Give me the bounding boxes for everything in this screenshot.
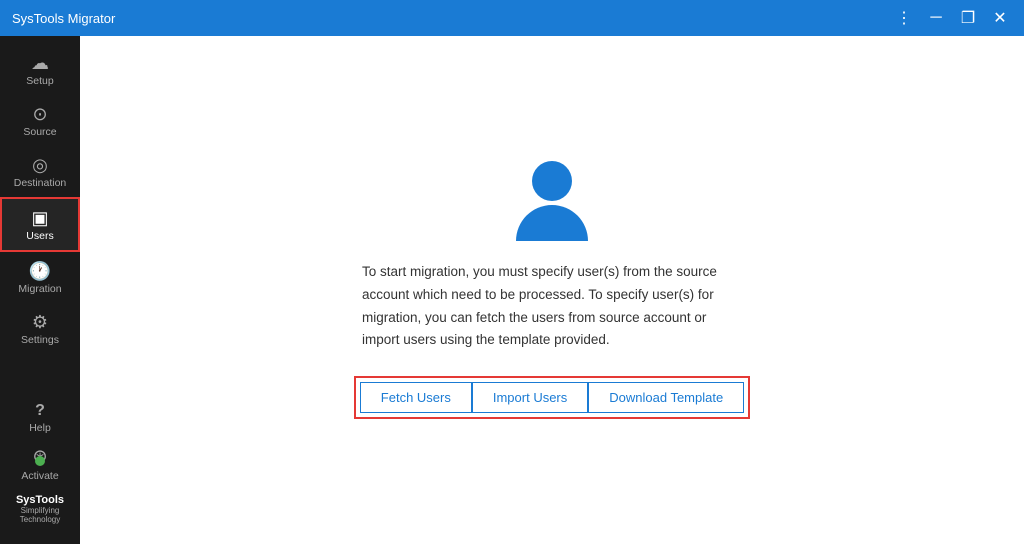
sidebar-item-migration[interactable]: 🕐 Migration <box>0 252 80 303</box>
source-icon: ⊙ <box>32 105 47 123</box>
import-users-button[interactable]: Import Users <box>472 382 588 413</box>
destination-icon: ◎ <box>32 156 48 174</box>
action-buttons-group: Fetch Users Import Users Download Templa… <box>354 376 750 419</box>
sidebar: ☁ Setup ⊙ Source ◎ Destination ▣ Users 🕐… <box>0 36 80 544</box>
migration-icon: 🕐 <box>29 262 51 280</box>
help-label: Help <box>29 422 51 434</box>
minimize-icon[interactable]: ─ <box>924 6 948 30</box>
app-title: SysTools Migrator <box>12 11 892 26</box>
description-text: To start migration, you must specify use… <box>362 261 742 353</box>
users-icon: ▣ <box>31 209 48 227</box>
close-icon[interactable]: ✕ <box>988 6 1012 30</box>
help-icon: ? <box>35 402 45 420</box>
sidebar-item-settings[interactable]: ⚙ Settings <box>0 303 80 354</box>
app-body: ☁ Setup ⊙ Source ◎ Destination ▣ Users 🕐… <box>0 36 1024 544</box>
cloud-icon: ☁ <box>31 54 49 72</box>
logo-sub: Simplifying Technology <box>0 506 80 524</box>
activate-icon-wrap: ⊛ <box>29 446 51 468</box>
brand-logo: SysTools Simplifying Technology <box>0 494 80 528</box>
sidebar-label-source: Source <box>23 126 56 138</box>
avatar-head <box>532 161 572 201</box>
logo-text: SysTools <box>0 494 80 506</box>
sidebar-label-setup: Setup <box>26 75 53 87</box>
window-controls: ⋮ ─ ❐ ✕ <box>892 6 1012 30</box>
sidebar-label-users: Users <box>26 230 53 242</box>
activate-status-dot <box>35 456 45 466</box>
sidebar-item-source[interactable]: ⊙ Source <box>0 95 80 146</box>
download-template-button[interactable]: Download Template <box>588 382 744 413</box>
menu-icon[interactable]: ⋮ <box>892 6 916 30</box>
sidebar-bottom: ? Help ⊛ Activate SysTools Simplifying T… <box>0 396 80 536</box>
sidebar-item-setup[interactable]: ☁ Setup <box>0 44 80 95</box>
activate-button[interactable]: ⊛ Activate <box>21 440 58 488</box>
maximize-icon[interactable]: ❐ <box>956 6 980 30</box>
user-avatar-icon <box>516 161 588 241</box>
sidebar-item-destination[interactable]: ◎ Destination <box>0 146 80 197</box>
title-bar: SysTools Migrator ⋮ ─ ❐ ✕ <box>0 0 1024 36</box>
main-content: To start migration, you must specify use… <box>80 36 1024 544</box>
sidebar-label-settings: Settings <box>21 334 59 346</box>
settings-icon: ⚙ <box>32 313 48 331</box>
avatar-body <box>516 205 588 241</box>
help-button[interactable]: ? Help <box>29 396 51 440</box>
activate-label: Activate <box>21 470 58 482</box>
sidebar-label-migration: Migration <box>18 283 61 295</box>
sidebar-item-users[interactable]: ▣ Users <box>0 197 80 252</box>
sidebar-label-destination: Destination <box>14 177 67 189</box>
fetch-users-button[interactable]: Fetch Users <box>360 382 472 413</box>
